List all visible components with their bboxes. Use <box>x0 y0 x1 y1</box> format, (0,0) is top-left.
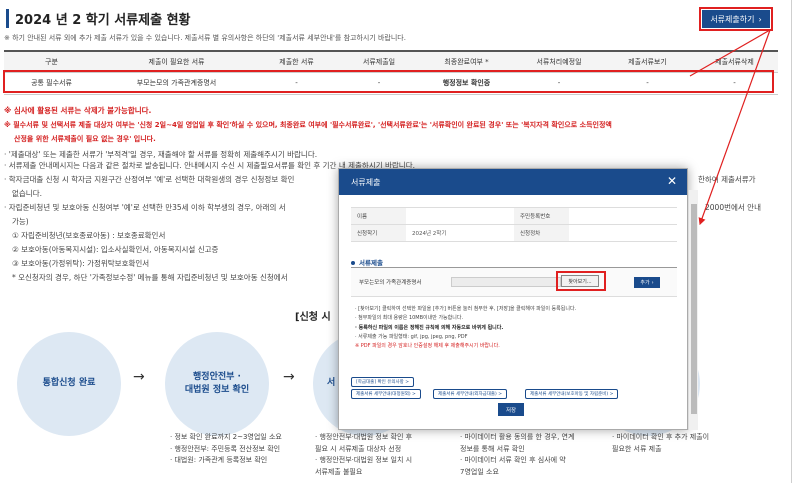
chevron-right-icon: › <box>651 279 654 286</box>
info-label: 신청학기 <box>351 224 406 242</box>
guide-link-button[interactable]: 제출서류 세부안내(보호아동 및 자립준비) > <box>525 389 619 399</box>
column-header: 제출서류보기 <box>604 50 691 73</box>
column-header: 서류처리예정일 <box>514 50 604 73</box>
info-value <box>406 207 514 225</box>
arrow-right-icon: → <box>133 369 145 385</box>
note-line: ※ PDF 파일의 경우 암호나 인증설정 해제 후 제출해주시기 바랍니다. <box>355 343 500 349</box>
upload-notes: · [찾아보기] 클릭하여 선택한 파일을 [추가] 버튼을 눌러 첨부한 후,… <box>355 305 576 351</box>
upload-row: 부모는모의 가족관계증명서 찾아보기... 추가 › <box>351 267 677 297</box>
description-line: · 행정안전부·대법원 정보 일치 시 <box>315 456 413 465</box>
description-line: 필요 시 서류제출 대상자 선정 <box>315 444 402 453</box>
row-highlight-box <box>3 70 774 93</box>
page-title: 2024 년 2 학기 서류제출 현황 <box>6 9 191 28</box>
info-note: 없습니다. <box>12 189 42 198</box>
column-header: 제출한 서류 <box>254 50 339 73</box>
description-line: · 대법원: 가족관계 등록정보 확인 <box>170 456 268 465</box>
info-note: 2000번에서 안내 <box>705 203 761 212</box>
step-description: · 마이데이터 활용 동의를 한 경우, 연계 정보를 통해 서류 확인 · 마… <box>460 432 574 478</box>
description-line: · 마이데이터 서류 확인 후 심사에 약 <box>460 456 566 465</box>
section-label: 서류제출 <box>359 259 383 267</box>
bullet-icon <box>351 261 355 265</box>
dialog-header: 서류제출 ✕ <box>339 169 687 195</box>
description-line: · 정보 확인 완료까지 2~3영업일 소요 <box>170 433 282 441</box>
flow-step-2: 행정안전부 · 대법원 정보 확인 <box>165 332 269 436</box>
info-label: 주민등록번호 <box>514 207 569 225</box>
info-note: * 오신청자의 경우, 하단 '가족정보수정' 메뉴를 통해 자립준비청년 및 … <box>12 273 288 282</box>
upload-doc-label: 부모는모의 가족관계증명서 <box>359 280 422 286</box>
browse-highlight-box <box>556 271 606 291</box>
guide-link-button[interactable]: 제출서류 세부안내(외자금대출) > <box>433 389 507 399</box>
info-value <box>569 224 677 242</box>
info-note: · '제출대상' 또는 제출한 서류가 '부적격'일 경우, 재출해야 할 서류… <box>4 150 318 159</box>
column-header: 제출서류삭제 <box>691 50 778 73</box>
info-note: ① 자립준비청년(보호종료아동) : 보호종료확인서 <box>12 231 166 240</box>
info-label: 이름 <box>351 207 406 225</box>
table-row: 신청학기 2024년 2학기 신청정차 <box>351 224 677 242</box>
info-value: 2024년 2학기 <box>406 224 514 242</box>
chevron-right-icon: › <box>758 14 762 24</box>
note-line: · 서류제출 가능 파일형태: gif, jpg, jpeg, png, PDF <box>355 333 468 340</box>
step-description: · 정보 확인 완료까지 2~3영업일 소요 · 행정안전부: 주민등록 전산정… <box>170 432 282 467</box>
file-path-input[interactable] <box>451 277 561 287</box>
description-line: 정보를 통해 서류 확인 <box>460 444 525 453</box>
warning-note: 산정을 위한 서류제출이 필요 없는 경우' 입니다. <box>14 135 156 143</box>
note-line: · 첨부파일의 최대 용량은 10MB이내만 가능합니다. <box>355 315 464 322</box>
description-line: · 마이데이터 활용 동의를 한 경우, 연계 <box>460 433 575 441</box>
description-line: · 행정안전부·대법원 정보 확인 후 <box>315 433 413 441</box>
close-icon[interactable]: ✕ <box>667 174 677 188</box>
warning-note: ※ 심사에 활용된 서류는 삭제가 불가능합니다. <box>4 106 152 115</box>
scrollbar[interactable] <box>688 190 698 430</box>
warning-note: ※ 필수서류 및 선택서류 제출 대상자 여부는 '신청 2일~4일 영업일 후… <box>4 121 612 129</box>
add-file-button[interactable]: 추가 › <box>634 277 660 288</box>
add-button-label: 추가 <box>640 280 650 286</box>
notice-text: ※ 하기 안내된 서류 외에 추가 제출 서류가 있을 수 있습니다. 제출서류… <box>4 34 406 42</box>
submit-button-label: 서류제출하기 <box>710 14 755 24</box>
guide-link-button[interactable]: [학금대출] 확인 유의사항 > <box>351 377 414 387</box>
flow-step-label: 서 <box>327 378 336 389</box>
description-line: · 행정안전부: 주민등록 전산정보 확인 <box>170 444 281 453</box>
info-value <box>569 207 677 225</box>
guide-link-button[interactable]: 제출서류 세부안내(대청원외) > <box>351 389 421 399</box>
scrollbar-thumb[interactable] <box>691 204 697 414</box>
note-line: · 등록하신 파일의 이름은 정해진 규칙에 의해 자동으로 바뀌게 됩니다. <box>355 324 504 331</box>
flow-step-label: 통합신청 완료 <box>42 378 96 389</box>
description-line: 필요한 서류 제출 <box>612 444 662 453</box>
info-note: 가능) <box>12 217 29 226</box>
description-line: · 마이데이터 확인 후 추가 제출이 <box>612 433 710 441</box>
info-note: · 자립준비청년 및 보호아동 신청여부 '예'로 선택한 만35세 이하 학부… <box>4 203 286 212</box>
info-label: 신청정차 <box>514 224 569 242</box>
arrow-right-icon: → <box>283 369 295 385</box>
dialog-title: 서류제출 <box>351 177 381 187</box>
column-header: 제출이 필요한 서류 <box>99 50 254 73</box>
note-line: · [찾아보기] 클릭하여 선택한 파일을 [추가] 버튼을 눌러 첨부한 후,… <box>355 306 577 312</box>
document-submit-dialog: 서류제출 ✕ 이름 주민등록번호 신청학기 2024년 2학기 신청정차 서류제… <box>338 168 688 430</box>
flow-step-label: 행정안전부 · <box>193 371 241 382</box>
column-header: 구분 <box>4 50 99 73</box>
applicant-info-table: 이름 주민등록번호 신청학기 2024년 2학기 신청정차 <box>351 207 677 242</box>
info-note: · 학자금대출 신청 시 학자금 지원구간 산정여부 '예'로 선택한 대학원생… <box>4 175 295 184</box>
info-note: 한하여 제출서류가 <box>698 175 756 184</box>
save-button[interactable]: 저장 <box>498 403 524 416</box>
table-header-row: 구분 제출이 필요한 서류 제출한 서류 서류제출일 최종완료여부 * 서류처리… <box>4 50 778 73</box>
info-note: ③ 보호아동(가정위탁): 가정위탁보호확인서 <box>12 259 150 268</box>
step-description: · 마이데이터 확인 후 추가 제출이 필요한 서류 제출 <box>612 432 709 455</box>
flow-step-1: 통합신청 완료 <box>17 332 121 436</box>
description-line: 7영업일 소요 <box>460 467 499 476</box>
submit-documents-button[interactable]: 서류제출하기 › <box>699 7 773 31</box>
info-note: ② 보호아동(아동복지시설): 입소사실확인서, 아동복지시설 신고증 <box>12 245 219 254</box>
process-heading: [신청 시 <box>295 312 331 323</box>
step-description: · 행정안전부·대법원 정보 확인 후 필요 시 서류제출 대상자 선정 · 행… <box>315 432 412 478</box>
upload-section-title: 서류제출 <box>351 257 383 267</box>
table-row: 이름 주민등록번호 <box>351 207 677 225</box>
flow-step-label: 대법원 정보 확인 <box>184 385 250 395</box>
column-header: 서류제출일 <box>339 50 419 73</box>
description-line: 서류제출 불필요 <box>315 467 363 476</box>
column-header: 최종완료여부 * <box>419 50 514 73</box>
